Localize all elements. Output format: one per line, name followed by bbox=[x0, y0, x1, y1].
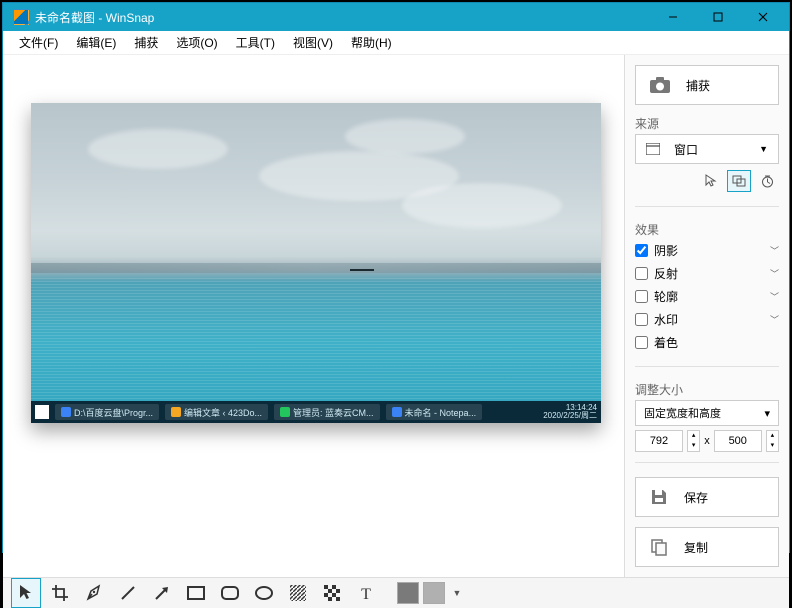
window-title: 未命名截图 - WinSnap bbox=[35, 9, 650, 26]
height-input[interactable] bbox=[714, 430, 762, 452]
source-select[interactable]: 窗口 ▼ bbox=[635, 134, 779, 164]
capture-label: 捕获 bbox=[686, 77, 710, 94]
mode-region[interactable] bbox=[727, 170, 751, 192]
tool-pointer[interactable] bbox=[11, 578, 41, 608]
tool-pixelate[interactable] bbox=[317, 578, 347, 608]
menu-edit[interactable]: 编辑(E) bbox=[68, 31, 124, 54]
capture-button[interactable]: 捕获 bbox=[635, 65, 779, 105]
bottom-toolbar: T ▼ bbox=[3, 577, 789, 608]
tool-ellipse[interactable] bbox=[249, 578, 279, 608]
task-item: 编辑文章 ‹ 423Do... bbox=[165, 404, 268, 420]
chevron-down-icon: ▼ bbox=[759, 144, 768, 154]
chevron-down-icon: ▾ bbox=[764, 407, 770, 420]
color-swatch-current[interactable] bbox=[397, 582, 419, 604]
width-spinner[interactable]: ▴▾ bbox=[687, 430, 700, 452]
effect-watermark[interactable]: 水印﹀ bbox=[635, 309, 779, 329]
maximize-button[interactable] bbox=[695, 3, 740, 31]
copy-icon bbox=[650, 538, 668, 556]
tool-arrow[interactable] bbox=[147, 578, 177, 608]
height-spinner[interactable]: ▴▾ bbox=[766, 430, 779, 452]
start-icon bbox=[35, 405, 49, 419]
effects-label: 效果 bbox=[635, 221, 779, 238]
effects-list: 阴影﹀ 反射﹀ 轮廓﹀ 水印﹀ 着色 bbox=[635, 240, 779, 352]
tool-text[interactable]: T bbox=[351, 578, 381, 608]
app-window: 未命名截图 - WinSnap 文件(F) 编辑(E) 捕获 选项(O) 工具(… bbox=[2, 2, 790, 553]
mode-cursor[interactable] bbox=[699, 170, 723, 192]
color-more[interactable]: ▼ bbox=[449, 578, 465, 608]
effect-outline[interactable]: 轮廓﹀ bbox=[635, 286, 779, 306]
canvas-area[interactable]: D:\百度云盘\Progr... 编辑文章 ‹ 423Do... 管理员: 蓝奏… bbox=[3, 55, 624, 577]
camera-icon bbox=[650, 77, 670, 93]
menu-view[interactable]: 视图(V) bbox=[285, 31, 341, 54]
effect-reflect[interactable]: 反射﹀ bbox=[635, 263, 779, 283]
chevron-down-icon: ▼ bbox=[453, 588, 462, 598]
side-panel: 捕获 来源 窗口 ▼ 效果 阴影﹀ bbox=[624, 55, 789, 577]
boat bbox=[350, 269, 374, 271]
menu-file[interactable]: 文件(F) bbox=[11, 31, 66, 54]
task-item: D:\百度云盘\Progr... bbox=[55, 404, 159, 420]
copy-label: 复制 bbox=[684, 539, 708, 556]
menu-tools[interactable]: 工具(T) bbox=[228, 31, 283, 54]
minimize-button[interactable] bbox=[650, 3, 695, 31]
effect-shadow[interactable]: 阴影﹀ bbox=[635, 240, 779, 260]
source-label: 来源 bbox=[635, 115, 779, 132]
task-item: 管理员: 蓝奏云CM... bbox=[274, 404, 380, 420]
tool-highlight[interactable] bbox=[283, 578, 313, 608]
chevron-down-icon[interactable]: ﹀ bbox=[770, 313, 779, 326]
tool-crop[interactable] bbox=[45, 578, 75, 608]
color-swatch-alt[interactable] bbox=[423, 582, 445, 604]
menubar: 文件(F) 编辑(E) 捕获 选项(O) 工具(T) 视图(V) 帮助(H) bbox=[3, 31, 789, 55]
save-button[interactable]: 保存 bbox=[635, 477, 779, 517]
close-button[interactable] bbox=[740, 3, 785, 31]
mode-timer[interactable] bbox=[755, 170, 779, 192]
chevron-down-icon[interactable]: ﹀ bbox=[770, 290, 779, 303]
effect-tint[interactable]: 着色 bbox=[635, 332, 779, 352]
tool-line[interactable] bbox=[113, 578, 143, 608]
titlebar[interactable]: 未命名截图 - WinSnap bbox=[3, 3, 789, 31]
captured-screenshot[interactable]: D:\百度云盘\Progr... 编辑文章 ‹ 423Do... 管理员: 蓝奏… bbox=[31, 103, 601, 423]
save-icon bbox=[650, 488, 668, 506]
window-icon bbox=[646, 143, 660, 155]
save-label: 保存 bbox=[684, 489, 708, 506]
chevron-down-icon[interactable]: ﹀ bbox=[770, 244, 779, 257]
copy-button[interactable]: 复制 bbox=[635, 527, 779, 567]
task-item: 未命名 - Notepa... bbox=[386, 404, 483, 420]
clock: 13:14:242020/2/25/周二 bbox=[543, 404, 597, 420]
captured-taskbar: D:\百度云盘\Progr... 编辑文章 ‹ 423Do... 管理员: 蓝奏… bbox=[31, 401, 601, 423]
menu-help[interactable]: 帮助(H) bbox=[343, 31, 400, 54]
app-icon bbox=[13, 9, 29, 25]
resize-label: 调整大小 bbox=[635, 381, 779, 398]
width-input[interactable] bbox=[635, 430, 683, 452]
menu-options[interactable]: 选项(O) bbox=[168, 31, 225, 54]
tool-roundrect[interactable] bbox=[215, 578, 245, 608]
resize-mode-select[interactable]: 固定宽度和高度 ▾ bbox=[635, 400, 779, 426]
tool-pen[interactable] bbox=[79, 578, 109, 608]
svg-text:T: T bbox=[361, 586, 371, 601]
chevron-down-icon[interactable]: ﹀ bbox=[770, 267, 779, 280]
tool-rect[interactable] bbox=[181, 578, 211, 608]
source-value: 窗口 bbox=[674, 141, 698, 158]
menu-capture[interactable]: 捕获 bbox=[126, 31, 166, 54]
times-icon: x bbox=[704, 435, 710, 447]
